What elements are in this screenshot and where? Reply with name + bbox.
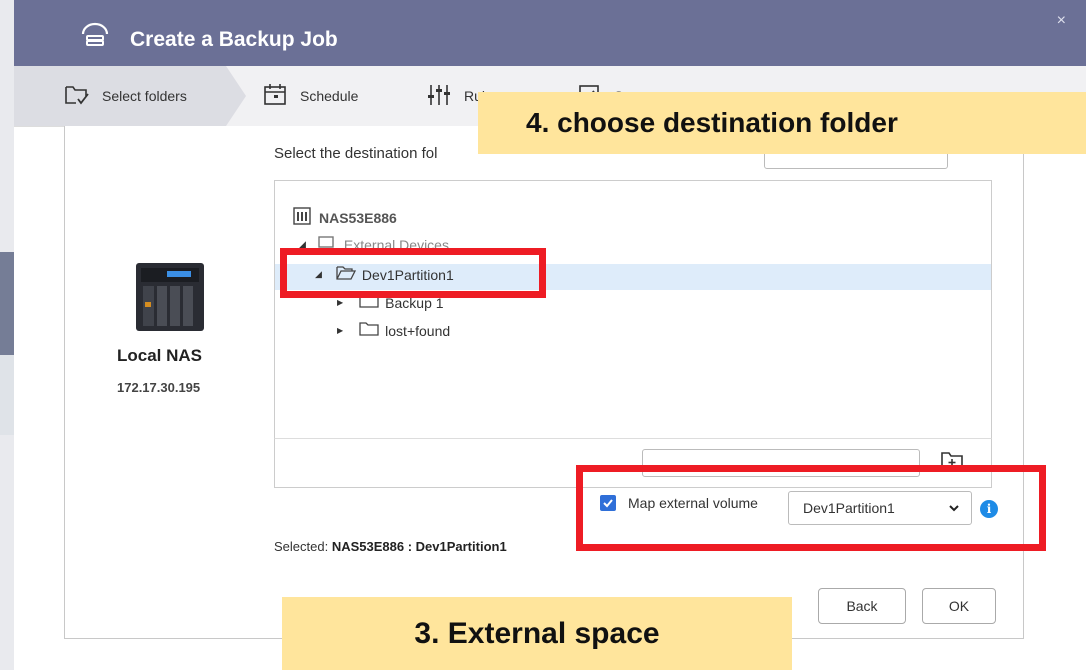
tree-label: lost+found [385, 322, 451, 339]
source-ip: 172.17.30.195 [117, 380, 201, 395]
folder-icon [359, 321, 379, 340]
dialog-header: Create a Backup Job × [14, 0, 1086, 66]
nas-icon [293, 207, 311, 228]
ok-button[interactable]: OK [922, 588, 996, 624]
tree-node-lost-found[interactable]: ▶ lost+found [337, 321, 450, 340]
tree-node-root[interactable]: NAS53E886 [293, 207, 397, 228]
collapsed-arrow-icon: ▶ [337, 298, 344, 307]
tree-label: NAS53E886 [319, 209, 397, 226]
highlight-box-partition [280, 248, 546, 298]
step-schedule[interactable]: Schedule [262, 66, 358, 126]
highlight-box-map-external [576, 465, 1046, 551]
callout-external-space: 3. External space [282, 597, 792, 670]
selected-value: NAS53E886 : Dev1Partition1 [331, 539, 507, 554]
calendar-icon [262, 83, 288, 110]
source-name: Local NAS [117, 346, 203, 365]
step-arrow [226, 66, 246, 126]
folder-check-icon [64, 83, 90, 110]
destination-label: Select the destination fol [274, 145, 438, 162]
close-icon[interactable]: × [1057, 12, 1066, 30]
selected-path: Selected: NAS53E886 : Dev1Partition1 [274, 539, 507, 554]
background-strip [0, 355, 14, 435]
backup-logo-icon [80, 22, 110, 53]
sliders-icon [426, 83, 452, 110]
collapsed-arrow-icon: ▶ [337, 326, 344, 335]
dialog-title: Create a Backup Job [130, 28, 338, 51]
step-label: Select folders [102, 88, 187, 104]
nas-device-icon [135, 262, 205, 337]
back-button[interactable]: Back [818, 588, 906, 624]
selected-prefix: Selected: [274, 539, 329, 554]
step-select-folders[interactable]: Select folders [14, 66, 226, 126]
folder-tree[interactable]: NAS53E886 ◢ External Devices ◢ Dev1Parti… [274, 180, 992, 440]
callout-destination: 4. choose destination folder [478, 92, 1086, 154]
step-label: Schedule [300, 88, 359, 104]
